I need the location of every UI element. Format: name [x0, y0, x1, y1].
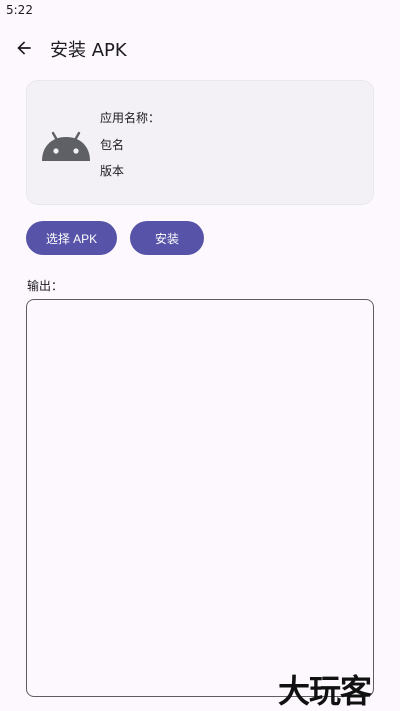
back-button[interactable]	[10, 34, 38, 62]
version-label: 版本	[100, 164, 125, 178]
page-title: 安装 APK	[50, 40, 127, 61]
watermark: 大玩客	[278, 672, 372, 710]
install-button[interactable]: 安装	[130, 221, 204, 255]
app-name-label: 应用名称：	[100, 111, 161, 125]
status-bar: 5:22	[0, 0, 400, 20]
select-apk-button[interactable]: 选择 APK	[26, 221, 117, 255]
android-icon	[42, 131, 90, 161]
app-bar: 安装 APK	[0, 24, 400, 70]
status-time: 5:22	[6, 3, 33, 17]
output-label: 输出：	[27, 279, 64, 293]
output-textarea[interactable]	[26, 299, 374, 697]
arrow-back-icon	[17, 41, 31, 55]
package-label: 包名	[100, 138, 125, 152]
